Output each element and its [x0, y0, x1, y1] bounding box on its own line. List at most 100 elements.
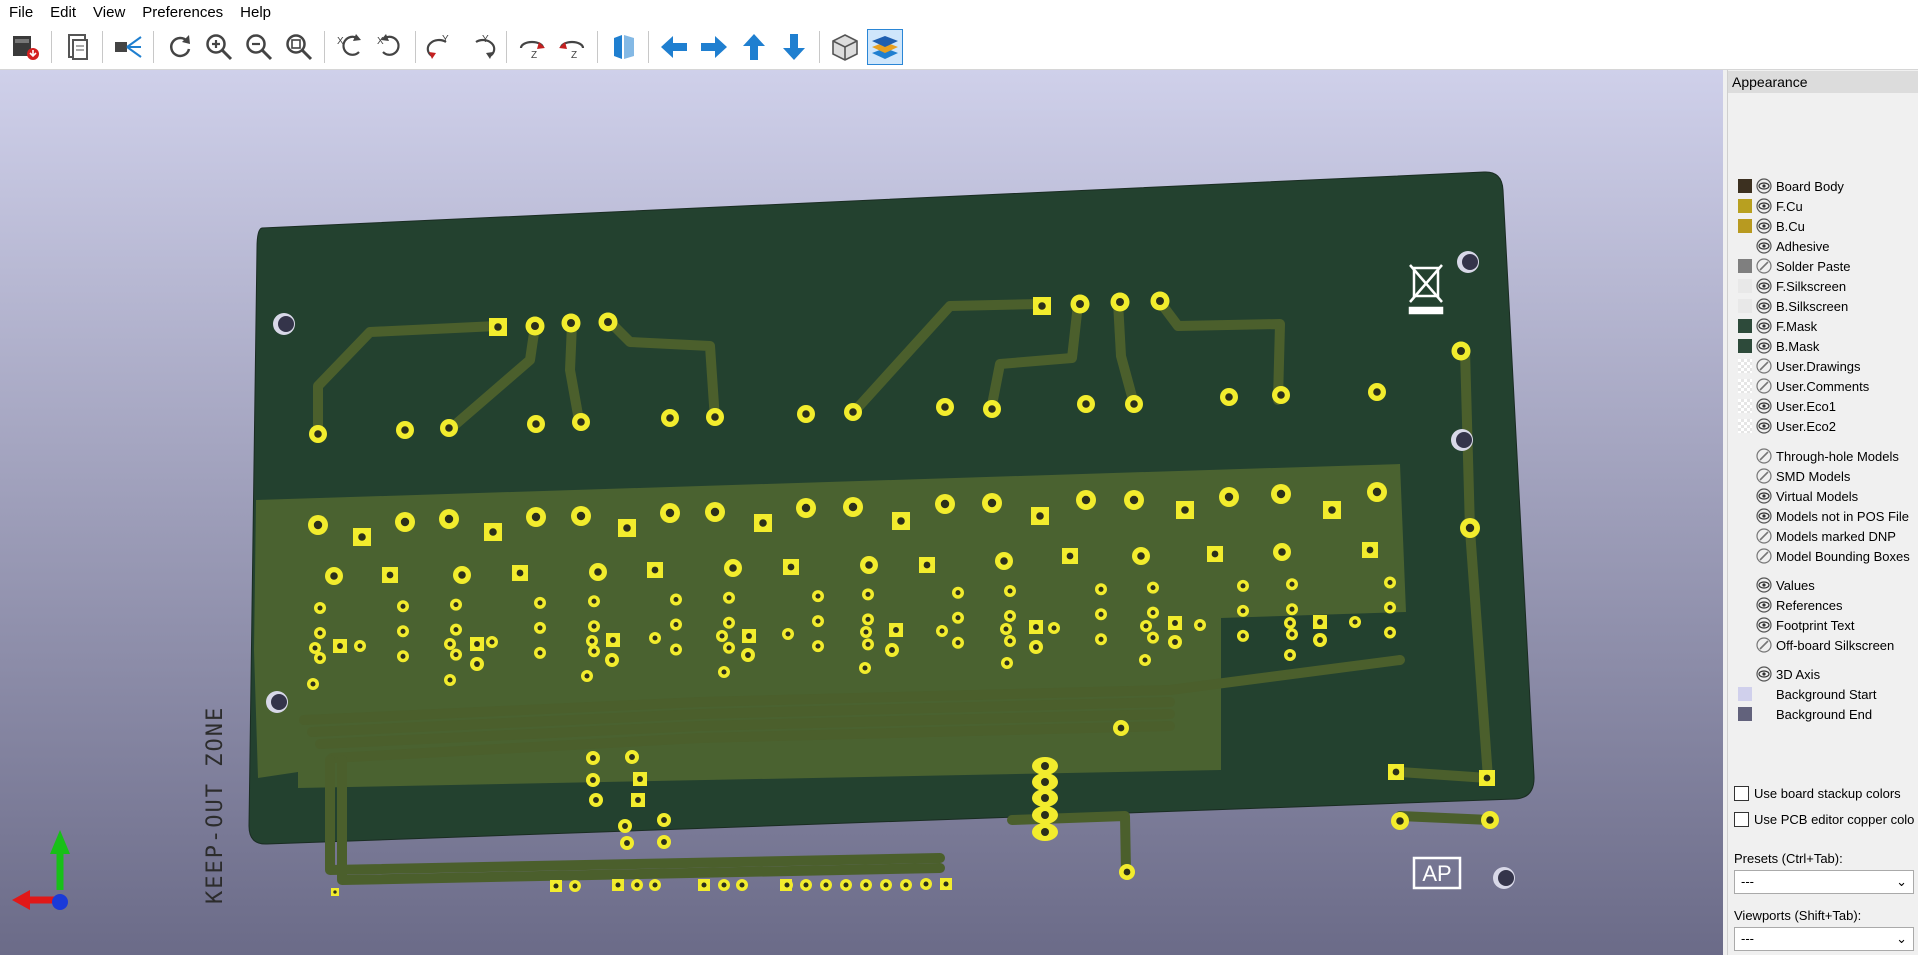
move-right-button[interactable] [696, 29, 732, 65]
raytrace-button[interactable] [110, 29, 146, 65]
move-down-button[interactable] [776, 29, 812, 65]
visibility-eye-icon[interactable] [1756, 238, 1776, 254]
copy-clipboard-button[interactable] [59, 29, 95, 65]
visibility-eye-icon[interactable] [1756, 488, 1776, 504]
layer-row-b-cu[interactable]: B.Cu [1738, 216, 1805, 236]
layer-row-model-bounding-boxes[interactable]: Model Bounding Boxes [1738, 546, 1910, 566]
layer-row-user-eco1[interactable]: User.Eco1 [1738, 396, 1836, 416]
layer-color-swatch[interactable] [1738, 219, 1752, 233]
layer-color-swatch[interactable] [1738, 707, 1752, 721]
visibility-eye-icon[interactable] [1756, 597, 1776, 613]
layer-row-adhesive[interactable]: Adhesive [1738, 236, 1829, 256]
pcb-3d-scene[interactable]: AP KEEP-OUT ZONE [0, 70, 1723, 955]
menu-help[interactable]: Help [231, 4, 279, 21]
zoom-out-button[interactable] [241, 29, 277, 65]
visibility-eye-icon[interactable] [1756, 318, 1776, 334]
layer-row-3d-axis[interactable]: 3D Axis [1738, 664, 1820, 684]
visibility-hidden-icon[interactable] [1756, 637, 1776, 653]
layer-row-board-body[interactable]: Board Body [1738, 176, 1844, 196]
layer-color-swatch[interactable] [1738, 199, 1752, 213]
rotate-z-ccw-button[interactable]: Z [554, 29, 590, 65]
visibility-hidden-icon[interactable] [1756, 358, 1776, 374]
rotate-x-ccw-button[interactable]: X [372, 29, 408, 65]
move-left-button[interactable] [656, 29, 692, 65]
layer-color-swatch[interactable] [1738, 359, 1752, 373]
visibility-eye-icon[interactable] [1756, 508, 1776, 524]
export-image-button[interactable] [8, 29, 44, 65]
layer-color-swatch[interactable] [1738, 379, 1752, 393]
layer-row-smd-models[interactable]: SMD Models [1738, 466, 1850, 486]
layer-color-swatch[interactable] [1738, 299, 1752, 313]
flip-board-button[interactable] [605, 29, 641, 65]
visibility-eye-icon[interactable] [1756, 178, 1776, 194]
visibility-hidden-icon[interactable] [1756, 448, 1776, 464]
layer-row-background-start[interactable]: Background Start [1738, 684, 1876, 704]
layer-row-values[interactable]: Values [1738, 575, 1815, 595]
visibility-eye-icon[interactable] [1756, 298, 1776, 314]
layer-color-swatch[interactable] [1738, 419, 1752, 433]
visibility-hidden-icon[interactable] [1756, 468, 1776, 484]
menu-view[interactable]: View [84, 4, 133, 21]
visibility-eye-icon[interactable] [1756, 577, 1776, 593]
layer-row-through-hole-models[interactable]: Through-hole Models [1738, 446, 1899, 466]
visibility-eye-icon[interactable] [1756, 278, 1776, 294]
visibility-eye-icon[interactable] [1756, 218, 1776, 234]
layer-color-swatch[interactable] [1738, 279, 1752, 293]
drill-hole [314, 430, 322, 438]
visibility-eye-icon[interactable] [1756, 418, 1776, 434]
rotate-y-ccw-button[interactable]: Y [463, 29, 499, 65]
layer-color-swatch[interactable] [1738, 259, 1752, 273]
menu-edit[interactable]: Edit [41, 4, 84, 21]
zoom-fit-button[interactable] [281, 29, 317, 65]
use-stackup-colors-checkbox[interactable]: Use board stackup colors [1734, 786, 1901, 801]
layer-row-solder-paste[interactable]: Solder Paste [1738, 256, 1850, 276]
drill-hole [317, 630, 323, 636]
layer-row-f-silkscreen[interactable]: F.Silkscreen [1738, 276, 1846, 296]
layer-row-user-drawings[interactable]: User.Drawings [1738, 356, 1861, 376]
zoom-in-button[interactable] [201, 29, 237, 65]
toggle-orthographic-button[interactable] [827, 29, 863, 65]
menu-preferences[interactable]: Preferences [133, 4, 231, 21]
visibility-hidden-icon[interactable] [1756, 528, 1776, 544]
visibility-eye-icon[interactable] [1756, 617, 1776, 633]
layer-color-swatch[interactable] [1738, 399, 1752, 413]
layer-color-swatch[interactable] [1738, 319, 1752, 333]
layer-row-f-cu[interactable]: F.Cu [1738, 196, 1803, 216]
visibility-hidden-icon[interactable] [1756, 378, 1776, 394]
layer-row-b-mask[interactable]: B.Mask [1738, 336, 1819, 356]
layer-row-virtual-models[interactable]: Virtual Models [1738, 486, 1858, 506]
layer-row-user-comments[interactable]: User.Comments [1738, 376, 1869, 396]
layer-row-b-silkscreen[interactable]: B.Silkscreen [1738, 296, 1848, 316]
visibility-hidden-icon[interactable] [1756, 258, 1776, 274]
layer-color-swatch[interactable] [1738, 687, 1752, 701]
checkbox-box[interactable] [1734, 786, 1749, 801]
menu-file[interactable]: File [0, 4, 41, 21]
visibility-eye-icon[interactable] [1756, 666, 1776, 682]
layer-row-off-board-silkscreen[interactable]: Off-board Silkscreen [1738, 635, 1894, 655]
checkbox-box[interactable] [1734, 812, 1749, 827]
viewports-dropdown[interactable]: --- ⌄ [1734, 927, 1914, 951]
visibility-eye-icon[interactable] [1756, 398, 1776, 414]
layer-row-footprint-text[interactable]: Footprint Text [1738, 615, 1855, 635]
visibility-eye-icon[interactable] [1756, 198, 1776, 214]
rotate-x-cw-button[interactable]: X [332, 29, 368, 65]
layer-color-swatch[interactable] [1738, 339, 1752, 353]
layer-row-models-marked-dnp[interactable]: Models marked DNP [1738, 526, 1896, 546]
visibility-hidden-icon[interactable] [1756, 548, 1776, 564]
layer-row-background-end[interactable]: Background End [1738, 704, 1872, 724]
presets-dropdown[interactable]: --- ⌄ [1734, 870, 1914, 894]
3d-viewport[interactable]: AP KEEP-OUT ZONE [0, 70, 1723, 955]
layer-color-swatch[interactable] [1738, 179, 1752, 193]
visibility-eye-icon[interactable] [1756, 338, 1776, 354]
rotate-y-cw-button[interactable]: Y [423, 29, 459, 65]
use-pcb-copper-colors-checkbox[interactable]: Use PCB editor copper colo [1734, 812, 1914, 827]
layer-row-references[interactable]: References [1738, 595, 1842, 615]
layer-row-user-eco2[interactable]: User.Eco2 [1738, 416, 1836, 436]
layer-row-f-mask[interactable]: F.Mask [1738, 316, 1817, 336]
show-layers-manager-button[interactable] [867, 28, 903, 65]
redraw-button[interactable] [161, 29, 197, 65]
rotate-z-cw-button[interactable]: Z [514, 29, 550, 65]
drill-hole [1483, 774, 1491, 782]
layer-row-models-not-in-pos-file[interactable]: Models not in POS File [1738, 506, 1909, 526]
move-up-button[interactable] [736, 29, 772, 65]
